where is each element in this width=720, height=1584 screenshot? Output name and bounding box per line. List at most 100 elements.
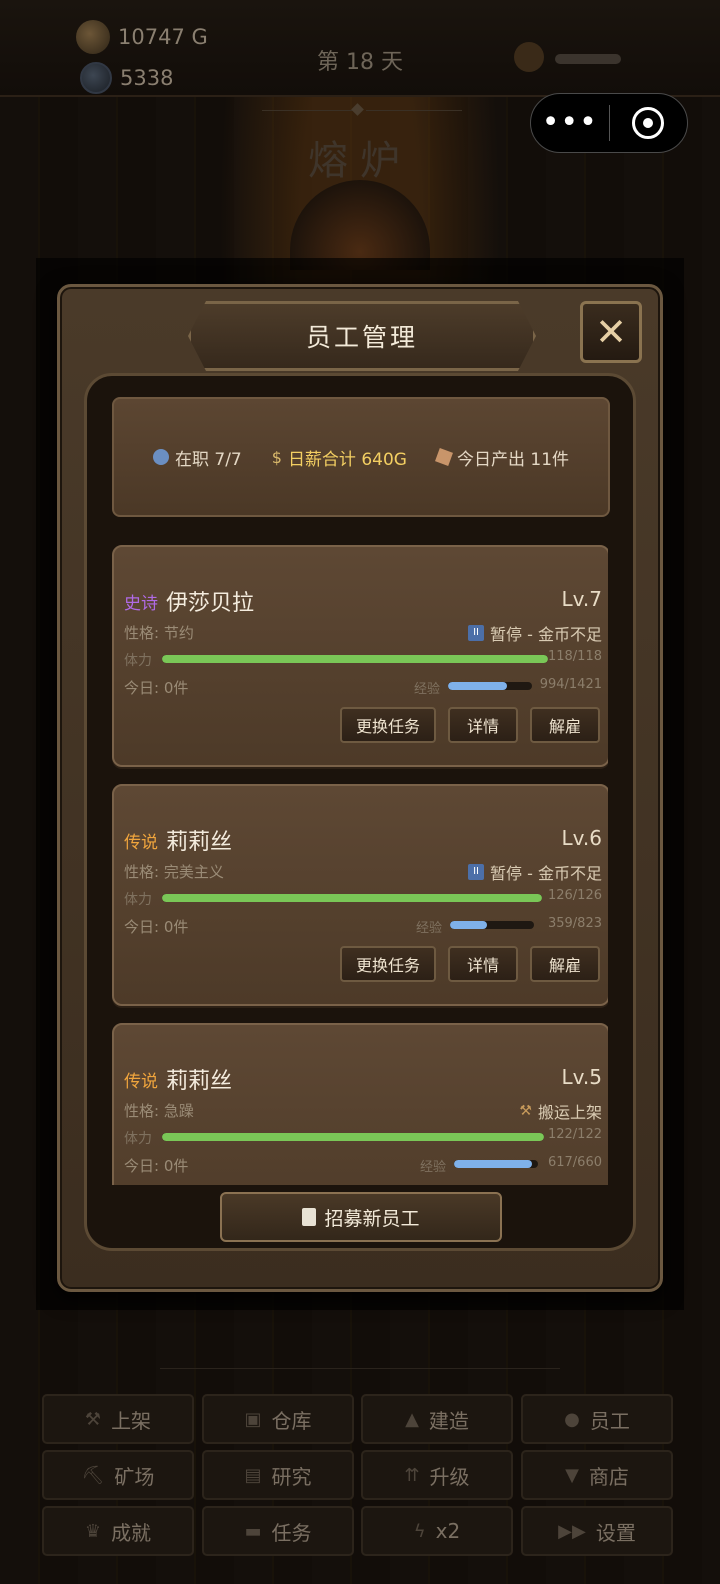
stamina-label: 体力 xyxy=(124,892,152,908)
modal-title: 员工管理 xyxy=(305,323,418,352)
nav-label: x2 xyxy=(435,1519,461,1543)
menu-bar-icon xyxy=(555,54,621,64)
nav-warehouse-button[interactable]: ▣ 仓库 xyxy=(202,1394,354,1444)
nav-staff-button[interactable]: ● 员工 xyxy=(521,1394,673,1444)
nav-shop-button[interactable]: ▼ 商店 xyxy=(521,1450,673,1500)
employee-name: 莉莉丝 xyxy=(166,1069,233,1094)
status-text: 暂停 - 金币不足 xyxy=(490,864,602,883)
pause-icon: II xyxy=(468,625,485,641)
output-today: 今日产出 11件 xyxy=(456,449,570,470)
recruit-button[interactable]: 招募新员工 xyxy=(220,1192,502,1242)
change-task-button[interactable]: 更换任务 xyxy=(340,707,436,743)
close-miniprogram-button[interactable] xyxy=(610,107,688,139)
pickaxe-icon: ⛏ xyxy=(81,1464,105,1486)
nav-achievement-button[interactable]: ♛ 成就 xyxy=(42,1506,194,1556)
stamina-value: 126/126 xyxy=(547,888,602,903)
fast-forward-icon: ▶▶ xyxy=(558,1520,586,1542)
person-icon: ● xyxy=(564,1408,580,1430)
nav-speed-button[interactable]: ϟ x2 xyxy=(361,1506,513,1556)
employee-status: II 暂停 - 金币不足 xyxy=(468,621,602,645)
employee-status: II 暂停 - 金币不足 xyxy=(468,860,602,884)
stamina-bar xyxy=(162,655,548,663)
today-output: 今日: 0件 xyxy=(124,679,189,697)
output-stat: 今日产出 11件 xyxy=(434,445,570,470)
staff-count-stat: 在职 7/7 xyxy=(152,445,242,470)
fire-button[interactable]: 解雇 xyxy=(530,707,600,743)
close-button[interactable]: ✕ xyxy=(580,301,642,363)
employee-name: 莉莉丝 xyxy=(166,830,233,855)
stamina-label: 体力 xyxy=(124,1131,152,1147)
xp-label: 经验 xyxy=(416,921,443,936)
today-output: 今日: 0件 xyxy=(124,918,189,936)
stamina-value: 122/122 xyxy=(547,1127,602,1142)
xp-bar xyxy=(448,682,532,690)
nav-separator xyxy=(160,1368,560,1369)
nav-label: 矿场 xyxy=(114,1464,155,1489)
details-button[interactable]: 详情 xyxy=(448,946,518,982)
nav-research-button[interactable]: ▤ 研究 xyxy=(202,1450,354,1500)
staff-management-modal: 员工管理 ✕ 在职 7/7 $ 日薪合计 640G 今日产出 11件 史诗 伊莎… xyxy=(57,284,663,1292)
rarity-label: 传说 xyxy=(124,833,158,853)
close-icon: ✕ xyxy=(595,310,627,354)
box-icon: ▣ xyxy=(244,1408,262,1430)
trophy-icon: ♛ xyxy=(84,1520,102,1542)
nav-label: 升级 xyxy=(429,1464,470,1489)
building-icon: ▲ xyxy=(405,1408,419,1430)
xp-bar xyxy=(454,1160,538,1168)
employee-trait: 性格: 急躁 xyxy=(124,1102,194,1120)
fire-button[interactable]: 解雇 xyxy=(530,946,600,982)
staff-summary: 在职 7/7 $ 日薪合计 640G 今日产出 11件 xyxy=(112,397,610,517)
xp-label: 经验 xyxy=(414,682,441,697)
employee-level: Lv.7 xyxy=(561,587,602,611)
nav-label: 建造 xyxy=(428,1408,469,1433)
stamina-bar xyxy=(162,894,542,902)
change-task-button[interactable]: 更换任务 xyxy=(340,946,436,982)
employee-card: 传说 莉莉丝 Lv.6 性格: 完美主义 II 暂停 - 金币不足 体力 126… xyxy=(112,784,608,1006)
nav-label: 商店 xyxy=(588,1464,629,1489)
ornament-line-right xyxy=(366,110,462,111)
ornament-diamond xyxy=(351,103,364,116)
nav-mine-button[interactable]: ⛏ 矿场 xyxy=(42,1450,194,1500)
upgrade-icon: ⇈ xyxy=(404,1464,420,1486)
book-icon: ▤ xyxy=(244,1464,262,1486)
modal-title-plate: 员工管理 xyxy=(188,301,536,371)
pause-icon: II xyxy=(468,864,485,880)
ornament-line-left xyxy=(262,110,358,111)
details-button[interactable]: 详情 xyxy=(448,707,518,743)
more-options-icon[interactable]: ••• xyxy=(531,94,609,152)
xp-value: 994/1421 xyxy=(539,677,602,692)
recruit-label: 招募新员工 xyxy=(324,1207,420,1230)
staff-count: 在职 7/7 xyxy=(174,449,242,470)
lightning-icon: ϟ xyxy=(413,1520,426,1542)
employee-list[interactable]: 史诗 伊莎贝拉 Lv.7 性格: 节约 II 暂停 - 金币不足 体力 118/… xyxy=(112,545,608,1185)
employee-trait: 性格: 节约 xyxy=(124,624,194,642)
employee-name: 伊莎贝拉 xyxy=(166,591,255,616)
today-output: 今日: 0件 xyxy=(124,1157,189,1175)
stamina-label: 体力 xyxy=(124,653,152,669)
nav-quest-button[interactable]: ▬ 任务 xyxy=(202,1506,354,1556)
clipboard-icon xyxy=(302,1208,317,1226)
stamina-bar xyxy=(162,1133,544,1141)
nav-settings-button[interactable]: ▶▶ 设置 xyxy=(521,1506,673,1556)
nav-label: 成就 xyxy=(111,1520,152,1545)
employee-card: 传说 莉莉丝 Lv.5 性格: 急躁 ⚒ 搬运上架 体力 122/122 今日:… xyxy=(112,1023,608,1185)
nav-shelf-button[interactable]: ⚒ 上架 xyxy=(42,1394,194,1444)
hammer-icon: ⚒ xyxy=(519,1103,532,1119)
xp-bar xyxy=(450,921,534,929)
nav-build-button[interactable]: ▲ 建造 xyxy=(361,1394,513,1444)
nav-upgrade-button[interactable]: ⇈ 升级 xyxy=(361,1450,513,1500)
cart-icon: ▼ xyxy=(565,1464,579,1486)
money-bag-icon: $ xyxy=(271,447,282,467)
employee-level: Lv.5 xyxy=(561,1065,602,1089)
nav-label: 上架 xyxy=(111,1408,152,1433)
box-icon xyxy=(434,448,453,466)
wage-stat: $ 日薪合计 640G xyxy=(272,445,407,470)
nav-label: 研究 xyxy=(271,1464,312,1489)
stamina-value: 118/118 xyxy=(547,649,602,664)
xp-value: 359/823 xyxy=(547,916,602,931)
bag-icon[interactable] xyxy=(514,42,544,72)
xp-value: 617/660 xyxy=(547,1155,602,1170)
rarity-label: 传说 xyxy=(124,1072,158,1092)
anvil-icon: ▬ xyxy=(244,1520,262,1542)
hammer-icon: ⚒ xyxy=(84,1408,102,1430)
